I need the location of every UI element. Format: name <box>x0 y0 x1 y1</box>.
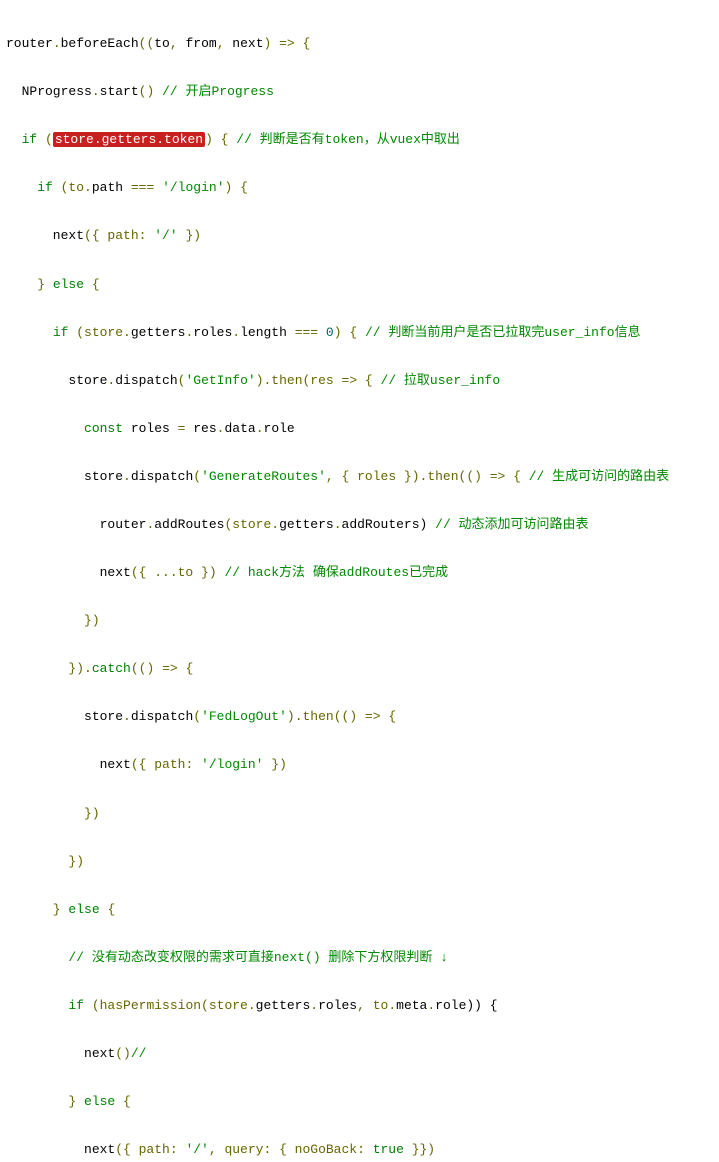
code-line: }) <box>6 802 713 826</box>
code-line: }) <box>6 609 713 633</box>
code-line: if (store.getters.roles.length === 0) { … <box>6 321 713 345</box>
code-line: }) <box>6 850 713 874</box>
code-line: } else { <box>6 898 713 922</box>
code-line: router.beforeEach((to, from, next) => { <box>6 32 713 56</box>
code-line: }).catch(() => { <box>6 657 713 681</box>
code-line: if (store.getters.token) { // 判断是否有token… <box>6 128 713 152</box>
code-line: if (hasPermission(store.getters.roles, t… <box>6 994 713 1018</box>
code-line: store.dispatch('FedLogOut').then(() => { <box>6 705 713 729</box>
code-line: next({ path: '/' }) <box>6 224 713 248</box>
code-line: store.dispatch('GetInfo').then(res => { … <box>6 369 713 393</box>
code-line: store.dispatch('GenerateRoutes', { roles… <box>6 465 713 489</box>
code-block: router.beforeEach((to, from, next) => { … <box>0 0 719 1162</box>
code-line: next()// <box>6 1042 713 1066</box>
code-line: next({ path: '/', query: { noGoBack: tru… <box>6 1138 713 1162</box>
code-line: if (to.path === '/login') { <box>6 176 713 200</box>
code-line: // 没有动态改变权限的需求可直接next() 删除下方权限判断 ↓ <box>6 946 713 970</box>
highlighted-token: store.getters.token <box>53 132 205 147</box>
code-line: } else { <box>6 273 713 297</box>
code-line: const roles = res.data.role <box>6 417 713 441</box>
code-line: NProgress.start() // 开启Progress <box>6 80 713 104</box>
code-line: router.addRoutes(store.getters.addRouter… <box>6 513 713 537</box>
code-line: next({ ...to }) // hack方法 确保addRoutes已完成 <box>6 561 713 585</box>
code-line: } else { <box>6 1090 713 1114</box>
code-line: next({ path: '/login' }) <box>6 753 713 777</box>
